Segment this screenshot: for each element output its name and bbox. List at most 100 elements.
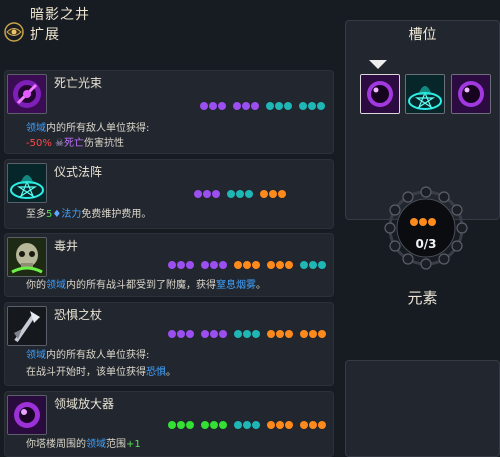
element-cost-dots	[168, 421, 326, 431]
green-element-dot	[210, 421, 218, 429]
element-label: 元素	[407, 289, 438, 307]
teal-element-dot	[234, 421, 242, 429]
element-dot-group	[168, 330, 194, 340]
orange-element-dot	[234, 261, 242, 269]
fear-staff-icon	[7, 306, 47, 346]
card-name: 仪式法阵	[54, 165, 103, 179]
teal-element-dot	[243, 421, 251, 429]
upgrade-card-domain-amplifier[interactable]: 领域放大器 你塔楼周围的领域范围+1	[4, 391, 334, 457]
element-dot-group	[267, 261, 293, 271]
element-dot-group	[201, 261, 227, 271]
card-effect-line: 你的领域内的所有战斗都受到了附魔，获得窒息烟雾。	[26, 280, 266, 291]
orange-element-dot	[285, 261, 293, 269]
purple-element-dot	[219, 330, 227, 338]
element-cost-dots	[194, 190, 286, 200]
purple-element-dot	[218, 102, 226, 110]
orange-element-dot	[300, 330, 308, 338]
teal-element-dot	[275, 102, 283, 110]
teal-element-dot	[243, 330, 251, 338]
upgrade-card-poison-well[interactable]: 毒井 你的领域内的所有战斗都受到了附魔，获得窒息烟雾。	[4, 233, 334, 297]
element-dot-group	[201, 421, 227, 431]
purple-element-dot	[168, 261, 176, 269]
slot-3[interactable]	[451, 74, 491, 114]
selected-slot-arrow-icon	[369, 60, 387, 69]
card-name: 死亡光束	[54, 76, 103, 90]
element-dot-group	[260, 190, 286, 200]
element-dot-group	[168, 421, 194, 431]
purple-element-dot	[251, 102, 259, 110]
green-element-dot	[168, 421, 176, 429]
teal-element-dot	[318, 261, 326, 269]
teal-element-dot	[299, 102, 307, 110]
domain-amplifier-icon	[7, 395, 47, 435]
shadow-orb-icon	[361, 75, 399, 113]
element-dot-group	[234, 261, 260, 271]
purple-element-dot	[201, 330, 209, 338]
teal-element-dot	[308, 102, 316, 110]
element-dot-group	[267, 421, 293, 431]
header: 暗影之井 扩展	[0, 0, 340, 48]
eye-emblem-icon	[4, 22, 24, 42]
orange-element-dot	[276, 421, 284, 429]
element-dot-group	[194, 190, 220, 200]
element-dot-group	[300, 421, 326, 431]
element-dot-group	[300, 261, 326, 271]
orange-element-dot	[260, 190, 268, 198]
teal-element-dot	[227, 190, 235, 198]
upgrade-card-fear-staff[interactable]: 恐惧之杖 领域内的所有敌人单位获得: 在战斗开始时，该单位获得恐惧。	[4, 302, 334, 386]
orange-element-dot	[318, 330, 326, 338]
shadow-orb-icon	[452, 75, 490, 113]
structure-title: 暗影之井	[30, 7, 90, 23]
card-effect-line: 你塔楼周围的领域范围+1	[26, 439, 141, 450]
skull-icon: ☠	[55, 138, 64, 149]
ritual-circle-icon	[7, 163, 47, 203]
element-dot-group	[234, 421, 260, 431]
element-dot-group	[227, 190, 253, 200]
slot-2[interactable]	[405, 74, 445, 114]
orange-element-dot	[318, 421, 326, 429]
purple-element-dot	[219, 261, 227, 269]
teal-element-dot	[309, 261, 317, 269]
slot-1[interactable]	[360, 74, 400, 114]
orange-element-dot	[278, 190, 286, 198]
orange-element-dot	[276, 330, 284, 338]
purple-element-dot	[203, 190, 211, 198]
element-dot-group	[168, 261, 194, 271]
teal-element-dot	[300, 261, 308, 269]
element-dot-group	[233, 102, 259, 112]
orange-element-dot	[269, 190, 277, 198]
card-effect-line: 在战斗开始时，该单位获得恐惧。	[26, 367, 176, 378]
element-ring	[384, 186, 468, 270]
teal-element-dot	[252, 421, 260, 429]
element-cost-dots	[200, 102, 325, 112]
purple-element-dot	[210, 330, 218, 338]
orange-element-dot	[428, 218, 436, 226]
purple-element-dot	[177, 330, 185, 338]
upgrade-card-ritual-circle[interactable]: 仪式法阵 至多5♦法力免费维护费用。	[4, 159, 334, 229]
mana-icon: ♦	[52, 209, 62, 220]
orange-element-dot	[309, 421, 317, 429]
element-cost-dots	[168, 330, 326, 340]
orange-element-dot	[252, 261, 260, 269]
purple-element-dot	[209, 102, 217, 110]
orange-element-dot	[267, 261, 275, 269]
orange-element-dot	[267, 421, 275, 429]
upgrade-card-death-beam[interactable]: 死亡光束 领域内的所有敌人单位获得: -50% ☠死亡伤害抗性	[4, 70, 334, 154]
element-dot-group	[299, 102, 325, 112]
element-orbs	[410, 218, 436, 226]
slots-title: 槽位	[408, 27, 437, 43]
orange-element-dot	[410, 218, 418, 226]
orange-element-dot	[285, 330, 293, 338]
purple-element-dot	[177, 261, 185, 269]
purple-element-dot	[194, 190, 202, 198]
teal-element-dot	[284, 102, 292, 110]
element-count: 0/3	[415, 237, 437, 251]
element-dot-group	[300, 330, 326, 340]
green-element-dot	[219, 421, 227, 429]
element-dot-group	[266, 102, 292, 112]
purple-element-dot	[242, 102, 250, 110]
card-name: 毒井	[54, 239, 79, 253]
green-element-dot	[177, 421, 185, 429]
death-beam-icon	[7, 74, 47, 114]
teal-element-dot	[245, 190, 253, 198]
